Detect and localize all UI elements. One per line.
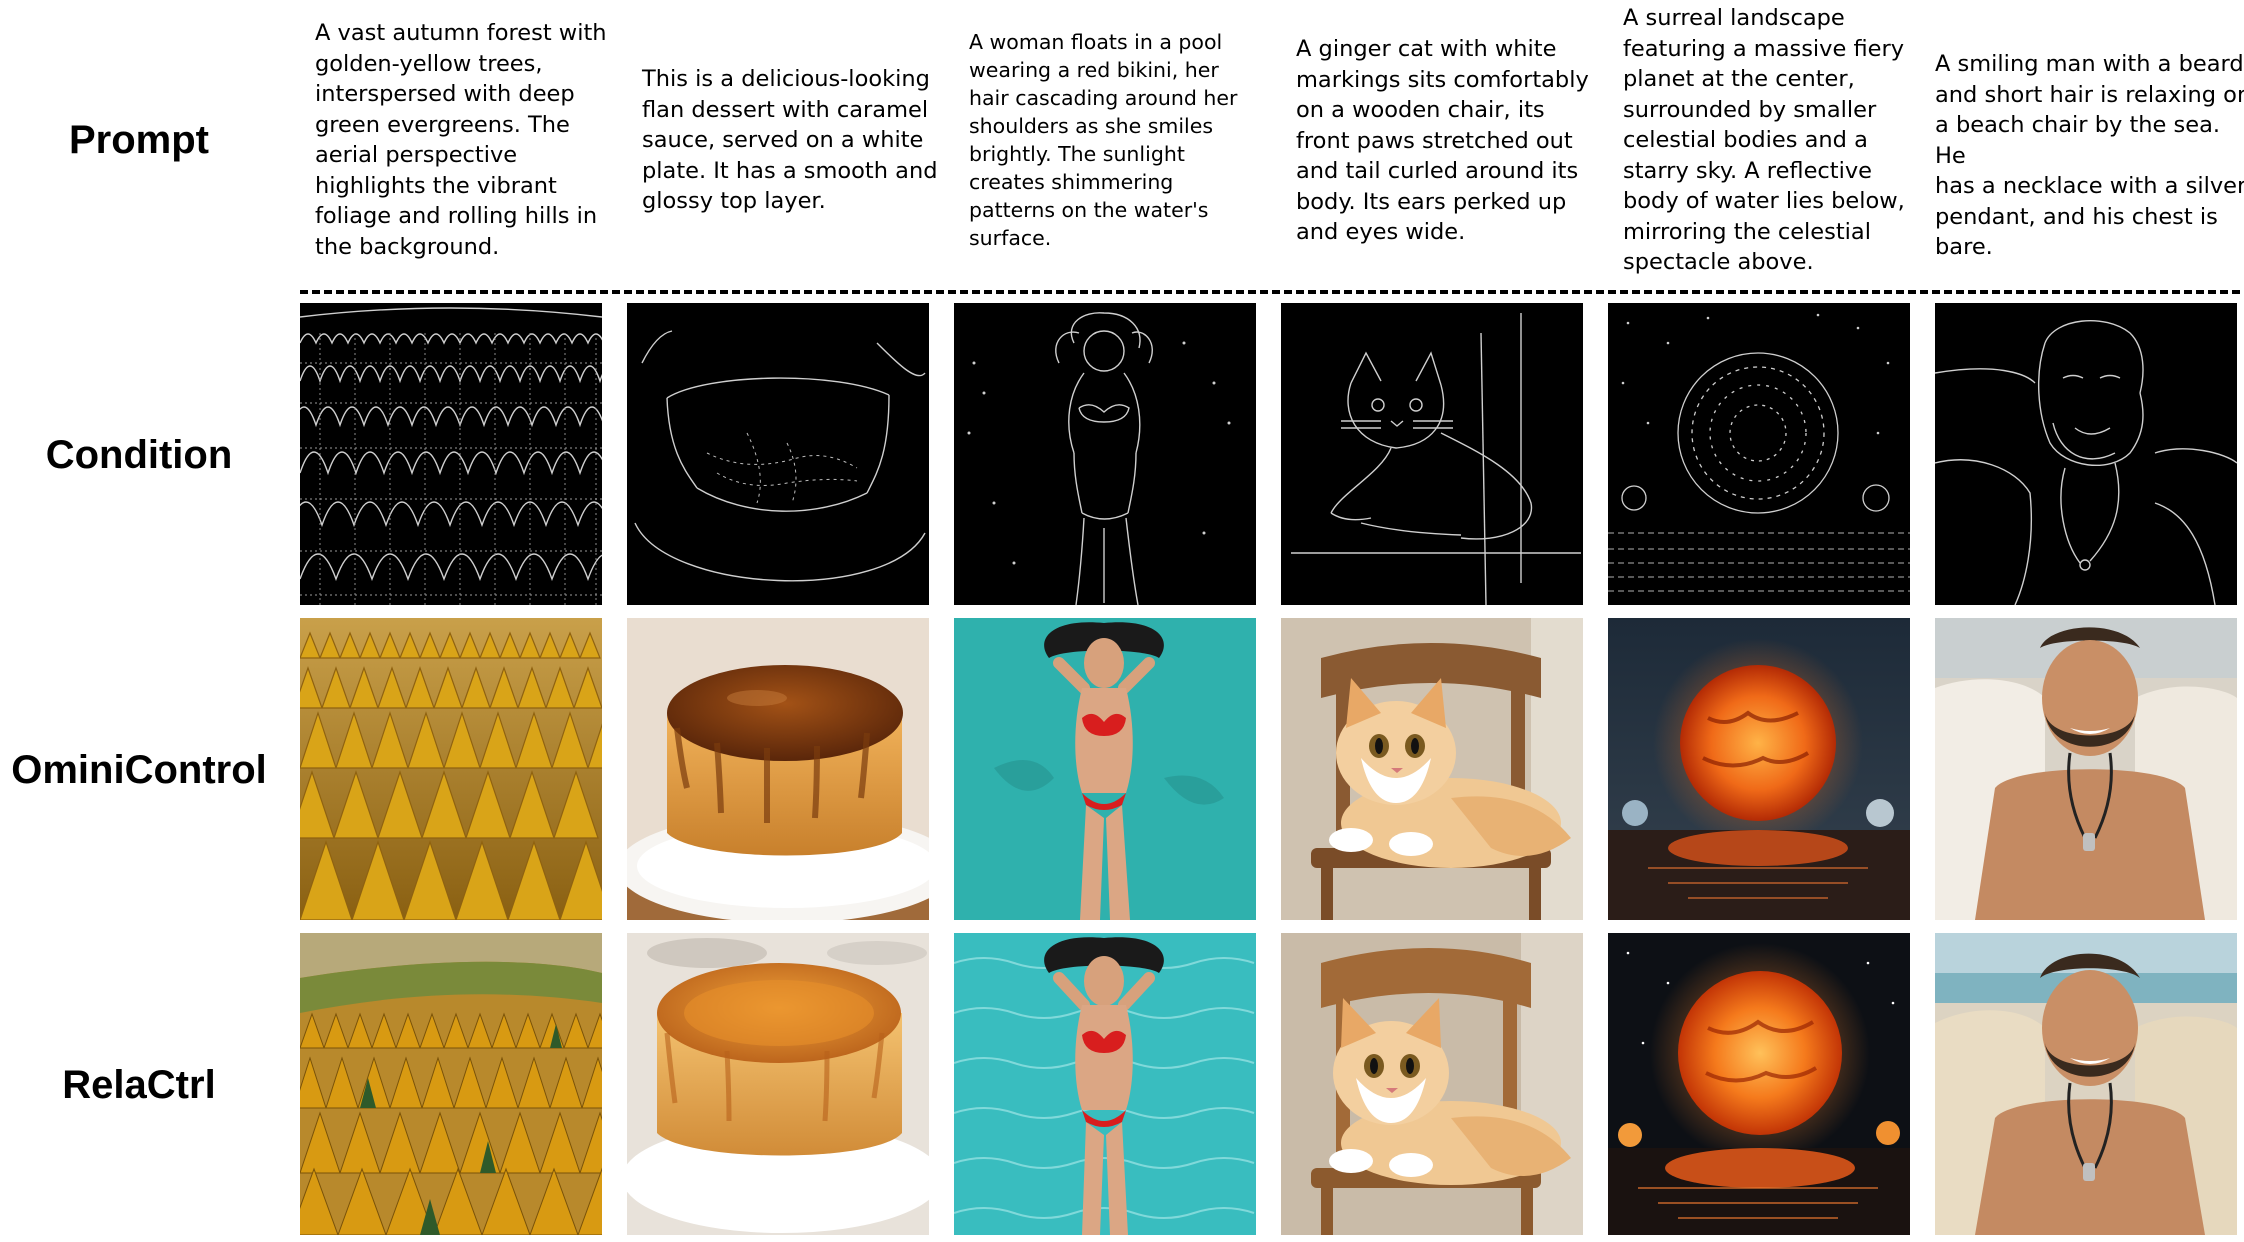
prompt-pool-woman: A woman floats in a pool wearing a red b… [969, 30, 1238, 250]
row-label-prompt: Prompt [69, 118, 209, 162]
condition-fiery-planet-edges [1608, 303, 1910, 605]
ominicontrol-ginger-cat-image [1281, 618, 1583, 920]
condition-beach-man-edges [1935, 303, 2237, 605]
prompt-flan: This is a delicious-looking flan dessert… [642, 66, 938, 214]
row-label-condition: Condition [45, 433, 233, 477]
dashed-divider [300, 290, 2240, 294]
row-label-relactrl: RelaCtrl [62, 1063, 216, 1107]
ominicontrol-fiery-planet-image [1608, 618, 1910, 920]
prompt-forest: A vast autumn forest with golden-yellow … [315, 20, 607, 260]
row-label-ominicontrol: OminiControl [11, 748, 267, 792]
condition-ginger-cat-edges [1281, 303, 1583, 605]
prompt-fiery-planet: A surreal landscape featuring a massive … [1623, 5, 1905, 275]
condition-forest-edges [300, 303, 602, 605]
relactrl-beach-man-image [1935, 933, 2237, 1235]
condition-pool-woman-edges [954, 303, 1256, 605]
ominicontrol-flan-image [627, 618, 929, 920]
relactrl-pool-woman-image [954, 933, 1256, 1235]
ominicontrol-beach-man-image [1935, 618, 2237, 920]
condition-flan-edges [627, 303, 929, 605]
prompt-beach-man: A smiling man with a beard and short hai… [1935, 51, 2244, 260]
relactrl-ginger-cat-image [1281, 933, 1583, 1235]
ominicontrol-forest-image [300, 618, 602, 920]
ominicontrol-pool-woman-image [954, 618, 1256, 920]
relactrl-flan-image [627, 933, 929, 1235]
prompt-ginger-cat: A ginger cat with white markings sits co… [1296, 36, 1589, 245]
relactrl-forest-image [300, 933, 602, 1235]
relactrl-fiery-planet-image [1608, 933, 1910, 1235]
